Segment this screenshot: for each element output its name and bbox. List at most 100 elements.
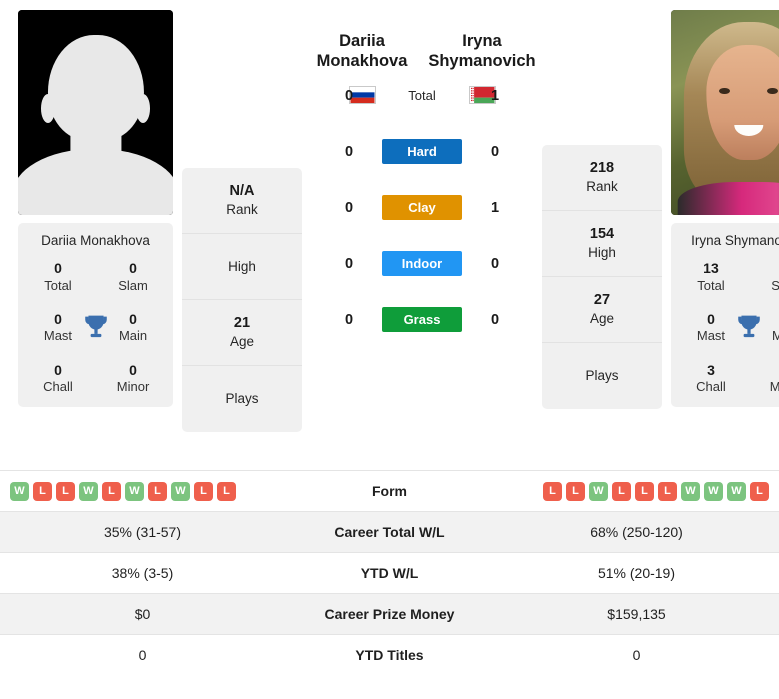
right-high-cell: 154 High	[542, 211, 662, 277]
left-surface-score: 0	[344, 311, 354, 328]
form-badge-w[interactable]: W	[589, 481, 608, 501]
right-form-cell: LLWLLLWWWL	[494, 470, 779, 512]
left-titles-chall: 0 Chall	[43, 361, 73, 395]
form-badge-l[interactable]: L	[750, 481, 769, 501]
right-age-cell: 27 Age	[542, 277, 662, 343]
surface-label-clay: Clay	[382, 195, 462, 221]
right-plays-cell: Plays	[585, 368, 619, 384]
head-to-head-column: Dariia Monakhova Iryna Shymanovich 0 Tot…	[302, 10, 542, 348]
form-badge-l[interactable]: L	[194, 481, 213, 501]
titles-row: 0 Total 0 Slam	[26, 260, 165, 294]
h2h-page: Dariia Monakhova 0 Total 0 Slam 0 Mast 0…	[0, 0, 779, 699]
right-rank-column: 218 Rank 154 High 27 Age Plays	[542, 145, 662, 409]
surface-label-hard: Hard	[382, 139, 462, 165]
silhouette-placeholder-icon	[18, 10, 173, 215]
right-card-player-name: Iryna Shymanovich	[691, 233, 779, 248]
right-stat-value: 68% (250-120)	[494, 511, 779, 553]
left-titles-total: 0 Total	[44, 260, 72, 293]
right-player-column: Iryna Shymanovich 13 Total	[671, 10, 779, 408]
table-row: W L L W L W L W L L Form L L W L L L W W W L	[0, 470, 779, 512]
form-badge-w[interactable]: W	[171, 481, 190, 501]
right-titles-total: 13 Total	[697, 260, 725, 293]
table-row: 0 YTD Titles 0	[0, 634, 779, 676]
form-badge-l[interactable]: L	[33, 481, 52, 501]
form-badge-l[interactable]: L	[566, 481, 585, 501]
player-portrait-image	[671, 10, 779, 215]
right-surface-score: 0	[490, 143, 500, 160]
left-titles-card: Dariia Monakhova 0 Total 0 Slam 0 Mast 0…	[18, 223, 173, 408]
form-badge-l[interactable]: L	[102, 481, 121, 501]
form-badge-l[interactable]: L	[56, 481, 75, 501]
comparison-header: Dariia Monakhova 0 Total 0 Slam 0 Mast 0…	[0, 0, 779, 470]
titles-row: 0 Mast 0 Main	[679, 311, 779, 345]
left-plays-cell: Plays	[225, 391, 259, 407]
left-player-column: Dariia Monakhova 0 Total 0 Slam 0 Mast 0…	[18, 10, 173, 408]
right-stat-value: 0	[494, 634, 779, 676]
titles-row: 0 Chall 0 Minor	[26, 362, 165, 396]
left-stat-value: 35% (31-57)	[0, 511, 285, 553]
form-badge-l[interactable]: L	[148, 481, 167, 501]
right-titles-minor: 10 Minor	[769, 362, 779, 395]
surface-scores: 0 Total 1 0 Hard 0 0 Clay 1 0 Indoor 0 0 Grass 0	[302, 68, 542, 348]
right-surface-score: 0	[490, 311, 500, 328]
table-row: $0 Career Prize Money $159,135	[0, 593, 779, 635]
stat-label: YTD W/L	[285, 552, 494, 594]
form-badge-l[interactable]: L	[635, 481, 654, 501]
left-titles-slam: 0 Slam	[118, 260, 148, 293]
form-badge-w[interactable]: W	[125, 481, 144, 501]
left-high-cell: High	[182, 234, 302, 300]
surface-score-row: 0 Indoor 0	[302, 236, 542, 292]
stat-label: YTD Titles	[285, 634, 494, 676]
form-badge-l[interactable]: L	[543, 481, 562, 501]
surface-label-indoor: Indoor	[382, 251, 462, 277]
titles-row: 13 Total 0 Slam	[679, 260, 779, 294]
right-titles-card: Iryna Shymanovich 13 Total	[671, 223, 779, 408]
form-badge-w[interactable]: W	[10, 481, 29, 501]
left-age-cell: 21 Age	[182, 300, 302, 366]
right-titles-slam: 0 Slam	[771, 277, 779, 293]
trophy-icon	[737, 315, 760, 337]
table-row: 38% (3-5) YTD W/L 51% (20-19)	[0, 552, 779, 594]
form-badge-w[interactable]: W	[727, 481, 746, 501]
left-form-cell: WLLWLWLWLL	[0, 470, 285, 512]
right-surface-score: 0	[490, 255, 500, 272]
form-badge-w[interactable]: W	[79, 481, 98, 501]
right-rank-cell: 218 Rank	[542, 145, 662, 211]
right-player-photo[interactable]	[671, 10, 779, 215]
left-rank-column: N/A Rank High 21 Age Plays	[182, 168, 302, 432]
right-stat-value: $159,135	[494, 593, 779, 635]
form-badge-w[interactable]: W	[704, 481, 723, 501]
left-titles-main: 0 Main	[118, 310, 148, 344]
right-stat-value: 51% (20-19)	[494, 552, 779, 594]
left-surface-score: 0	[344, 87, 354, 104]
form-badge-l[interactable]: L	[658, 481, 677, 501]
right-surface-score: 1	[490, 87, 500, 104]
left-rank-cell: N/A Rank	[182, 168, 302, 234]
surface-score-row: 0 Total 1	[302, 68, 542, 124]
left-card-player-name: Dariia Monakhova	[41, 233, 150, 248]
form-badge-l[interactable]: L	[217, 481, 236, 501]
comparison-stats-table: W L L W L W L W L L Form L L W L L L W W W L 35% (31-57) Caree…	[0, 470, 779, 676]
stats-table-body: W L L W L W L W L L Form L L W L L L W W W L 35% (31-57) Caree…	[0, 470, 779, 676]
left-titles-minor: 0 Minor	[116, 361, 150, 395]
left-titles-mast: 0 Mast	[43, 310, 73, 344]
table-row: 35% (31-57) Career Total W/L 68% (250-120)	[0, 511, 779, 553]
form-badge-l[interactable]: L	[612, 481, 631, 501]
right-titles-mast: 0 Mast	[696, 310, 726, 344]
surface-label-total: Total	[408, 88, 436, 104]
surface-label-grass: Grass	[382, 307, 462, 333]
left-surface-score: 0	[344, 255, 354, 272]
stat-label: Career Prize Money	[285, 593, 494, 635]
surface-score-row: 0 Clay 1	[302, 180, 542, 236]
right-surface-score: 1	[490, 199, 500, 216]
left-stat-value: 38% (3-5)	[0, 552, 285, 594]
titles-row: 3 Chall 10 Minor	[679, 362, 779, 396]
left-surface-score: 0	[344, 199, 354, 216]
left-player-photo[interactable]	[18, 10, 173, 215]
stat-label: Form	[285, 470, 494, 512]
trophy-icon	[84, 315, 107, 337]
left-stat-value: $0	[0, 593, 285, 635]
stat-label: Career Total W/L	[285, 511, 494, 553]
left-surface-score: 0	[344, 143, 354, 160]
form-badge-w[interactable]: W	[681, 481, 700, 501]
